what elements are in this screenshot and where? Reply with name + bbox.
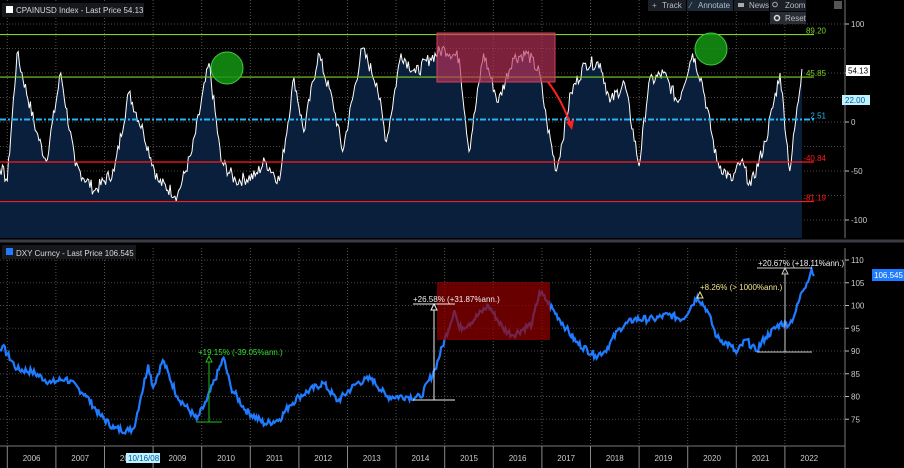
- zoom-label: Zoom: [785, 1, 806, 10]
- reset-label: Reset: [785, 14, 807, 23]
- dxy-line[interactable]: [0, 264, 815, 436]
- measure-annotation-3[interactable]: +8.26% (> 1000%ann.): [696, 283, 783, 299]
- x-tick-label: 2006: [23, 454, 41, 463]
- triangle-marker-icon: [430, 302, 438, 311]
- cpai-y-tick-label: -50: [851, 167, 863, 176]
- cpai-y-tick-label: 0: [851, 118, 856, 127]
- dxy-y-tick-label: 105: [851, 279, 865, 288]
- highlight-circle-2020[interactable]: [694, 32, 728, 66]
- reference-line-label: 89.20: [806, 27, 827, 36]
- news-icon: [738, 3, 744, 7]
- cpai-last-price: 54.13: [848, 67, 869, 76]
- news-label: News: [749, 1, 769, 10]
- x-tick-label: 2019: [655, 454, 673, 463]
- x-tick-label: 2020: [703, 454, 721, 463]
- dxy-y-tick-label: 100: [851, 302, 865, 311]
- chart-canvas: 100500-50-100110105100959085807520062007…: [0, 0, 904, 468]
- plus-icon: +: [652, 1, 657, 10]
- reference-line-label: 2.51: [810, 112, 826, 121]
- annotate-label: Annotate: [698, 1, 731, 10]
- annotation-label: +8.26% (> 1000%ann.): [700, 283, 783, 292]
- dxy-y-tick-label: 95: [851, 324, 860, 333]
- reference-line-label: 45.85: [806, 69, 827, 78]
- x-tick-label: 2021: [752, 454, 770, 463]
- legend-swatch-blue: [6, 248, 13, 255]
- x-tick-label: 2010: [217, 454, 235, 463]
- cpai-legend-label: CPAINUSD Index - Last Price 54.13: [16, 6, 144, 15]
- reference-line-label: -40.84: [803, 154, 826, 163]
- dxy-legend: DXY Curncy - Last Price 106.545: [2, 245, 136, 259]
- x-tick-label: 2009: [169, 454, 187, 463]
- dxy-y-tick-label: 75: [851, 415, 860, 424]
- x-tick-label: 2013: [363, 454, 381, 463]
- annotation-label: +26.58% (+31.87%ann.): [413, 295, 500, 304]
- annotation-label: +20.67% (+18.11%ann.): [758, 259, 844, 268]
- legend-swatch-white: [6, 6, 13, 13]
- track-label: Track: [662, 1, 683, 10]
- x-tick-label: 2018: [606, 454, 624, 463]
- x-tick-label: 2014: [412, 454, 430, 463]
- dxy-legend-label: DXY Curncy - Last Price 106.545: [16, 249, 134, 258]
- x-tick-label: 2007: [71, 454, 89, 463]
- cursor-date: 10/16/08: [128, 454, 160, 463]
- measure-annotation-1[interactable]: +19.15% (-39.05%ann.): [197, 348, 283, 423]
- dxy-y-tick-label: 85: [851, 370, 860, 379]
- track-button[interactable]: + Track: [648, 0, 686, 11]
- news-button[interactable]: News: [734, 0, 769, 11]
- dxy-y-tick-label: 90: [851, 347, 860, 356]
- x-tick-label: 2022: [800, 454, 818, 463]
- reset-button[interactable]: Reset: [770, 12, 807, 24]
- highlight-rect-bottom[interactable]: [437, 282, 550, 340]
- cpai-marker-value: 22.00: [845, 96, 866, 105]
- cpai-y-tick-label: 100: [851, 20, 865, 29]
- panel-settings-icon[interactable]: [834, 1, 842, 9]
- zoom-button[interactable]: Zoom: [770, 0, 806, 11]
- x-tick-label: 2016: [509, 454, 527, 463]
- x-tick-label: 2017: [557, 454, 575, 463]
- dxy-last-price: 106.545: [874, 271, 903, 280]
- annotate-button[interactable]: ⁄ Annotate: [687, 0, 733, 11]
- cpai-legend: CPAINUSD Index - Last Price 54.13: [2, 3, 144, 17]
- triangle-marker-icon: [781, 266, 789, 275]
- x-tick-label: 2012: [314, 454, 332, 463]
- dxy-y-tick-label: 110: [851, 256, 864, 265]
- highlight-rect-top[interactable]: [436, 32, 556, 83]
- x-tick-label: 2011: [266, 454, 284, 463]
- dxy-y-tick-label: 80: [851, 393, 860, 402]
- x-tick-label: 2015: [460, 454, 478, 463]
- reference-line-label: -81.19: [803, 194, 826, 203]
- annotation-label: +19.15% (-39.05%ann.): [198, 348, 283, 357]
- highlight-circle-2010[interactable]: [210, 51, 244, 85]
- dxy-plot: [0, 264, 815, 436]
- cpai-y-tick-label: -100: [851, 216, 868, 225]
